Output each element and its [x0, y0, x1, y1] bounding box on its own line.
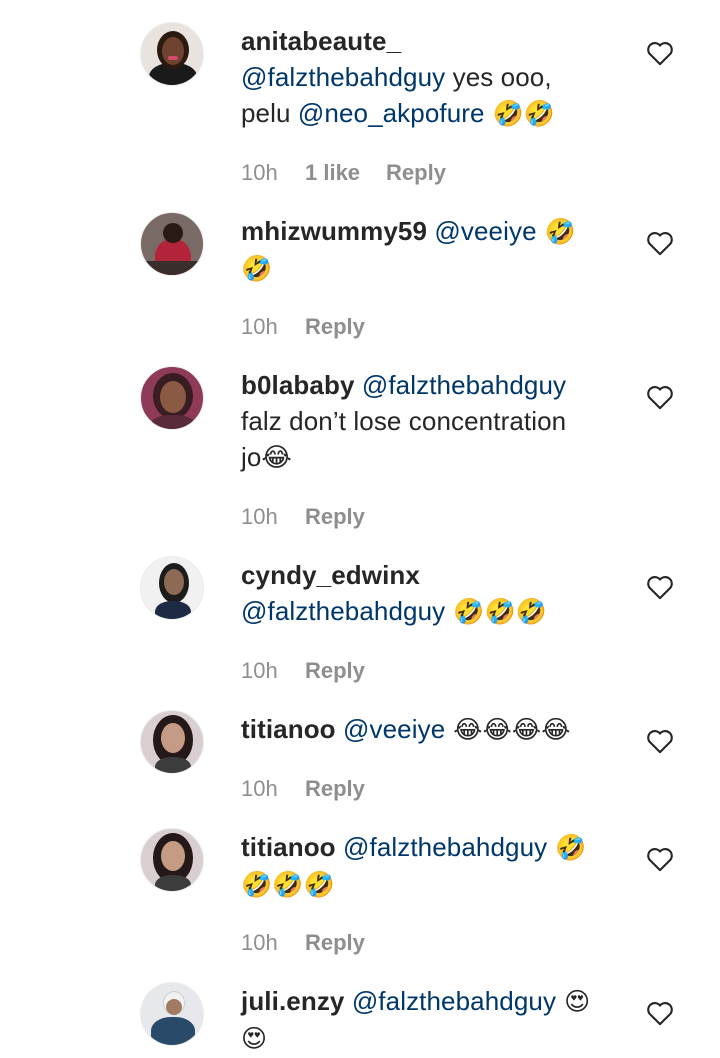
mention-link[interactable]: @falzthebahdguy	[343, 832, 547, 862]
comment-meta: 10h 1 like Reply	[241, 159, 446, 187]
avatar[interactable]	[140, 982, 204, 1046]
heart-outline-icon[interactable]	[646, 846, 674, 872]
mention-link[interactable]: @veeiye	[434, 216, 536, 246]
comment-meta: 10h Reply	[241, 775, 365, 803]
comment-timestamp: 10h	[241, 776, 278, 801]
comment-meta: 10h Reply	[241, 929, 365, 957]
like-count[interactable]: 1 like	[305, 159, 360, 187]
comment-text: titianoo @falzthebahdguy 🤣 🤣🤣🤣	[241, 829, 621, 903]
comment-body: falz don’t lose concentration	[241, 406, 567, 436]
comment-body: yes ooo,	[445, 62, 552, 92]
heart-outline-icon[interactable]	[646, 574, 674, 600]
comment-username[interactable]: b0lababy	[241, 370, 355, 400]
heart-outline-icon[interactable]	[646, 40, 674, 66]
comment-text: juli.enzy @falzthebahdguy 😍 😍	[241, 983, 621, 1057]
comment-text: mhizwummy59 @veeiye 🤣 🤣	[241, 213, 621, 287]
heart-outline-icon[interactable]	[646, 384, 674, 410]
comment-timestamp: 10h	[241, 658, 278, 683]
comment-body: jo😂	[241, 442, 292, 472]
comment-username[interactable]: titianoo	[241, 714, 336, 744]
comment-meta: 10h Reply	[241, 313, 365, 341]
mention-link[interactable]: @veeiye	[343, 714, 445, 744]
heart-outline-icon[interactable]	[646, 728, 674, 754]
mention-link[interactable]: @neo_akpofure	[298, 98, 485, 128]
comment-emoji: 😂😂😂😂	[445, 715, 571, 744]
comment-text: b0lababy @falzthebahdguy falz don’t lose…	[241, 367, 621, 475]
comment-emoji: 🤣	[536, 217, 576, 246]
reply-button[interactable]: Reply	[305, 657, 365, 685]
mention-link[interactable]: @falzthebahdguy	[241, 62, 445, 92]
mention-link[interactable]: @falzthebahdguy	[362, 370, 566, 400]
comment-username[interactable]: titianoo	[241, 832, 336, 862]
comment-emoji: 🤣	[547, 833, 587, 862]
avatar[interactable]	[140, 828, 204, 892]
comment-meta: 10h Reply	[241, 657, 365, 685]
mention-link[interactable]: @falzthebahdguy	[352, 986, 556, 1016]
reply-button[interactable]: Reply	[305, 775, 365, 803]
comment-emoji: 🤣🤣🤣	[445, 597, 547, 626]
comment-emoji: 🤣🤣	[484, 99, 556, 128]
heart-outline-icon[interactable]	[646, 1000, 674, 1026]
comment-emoji: 😍	[241, 1024, 268, 1053]
reply-button[interactable]: Reply	[386, 159, 446, 187]
comment-text: cyndy_edwinx @falzthebahdguy 🤣🤣🤣	[241, 557, 621, 630]
comment-username[interactable]: juli.enzy	[241, 986, 344, 1016]
avatar[interactable]	[140, 556, 204, 620]
avatar[interactable]	[140, 710, 204, 774]
reply-button[interactable]: Reply	[305, 313, 365, 341]
comment-body: pelu	[241, 98, 298, 128]
comment-timestamp: 10h	[241, 930, 278, 955]
comment-username[interactable]: cyndy_edwinx	[241, 560, 420, 590]
comment-username[interactable]: anitabeaute_	[241, 26, 401, 56]
comment-timestamp: 10h	[241, 314, 278, 339]
avatar[interactable]	[140, 22, 204, 86]
reply-button[interactable]: Reply	[305, 503, 365, 531]
avatar[interactable]	[140, 366, 204, 430]
comment-text: anitabeaute_ @falzthebahdguy yes ooo, pe…	[241, 23, 621, 132]
comment-timestamp: 10h	[241, 160, 278, 185]
comment-timestamp: 10h	[241, 504, 278, 529]
heart-outline-icon[interactable]	[646, 230, 674, 256]
comment-username[interactable]: mhizwummy59	[241, 216, 427, 246]
reply-button[interactable]: Reply	[305, 929, 365, 957]
comment-text: titianoo @veeiye 😂😂😂😂	[241, 711, 621, 748]
avatar[interactable]	[140, 212, 204, 276]
comment-emoji: 😍	[556, 987, 591, 1016]
comment-meta: 10h Reply	[241, 503, 365, 531]
comment-emoji: 🤣	[241, 254, 273, 283]
mention-link[interactable]: @falzthebahdguy	[241, 596, 445, 626]
comment-emoji: 🤣🤣🤣	[241, 870, 335, 899]
